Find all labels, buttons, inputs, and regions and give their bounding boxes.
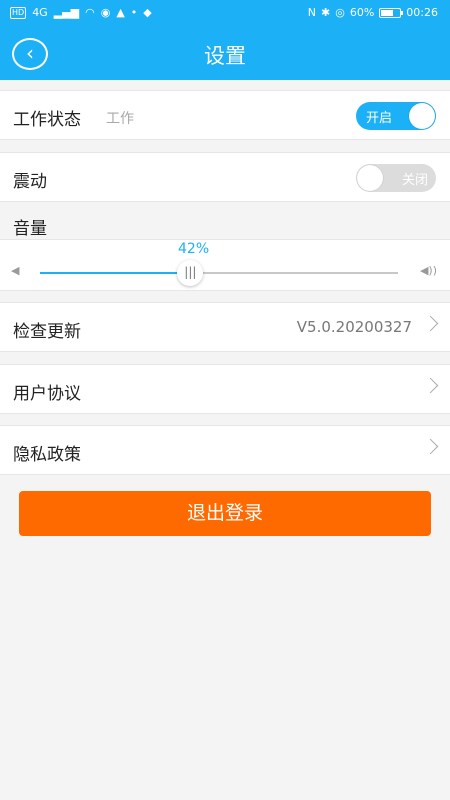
- volume-percent: 42%: [178, 241, 210, 257]
- dot-icon: •: [130, 6, 138, 19]
- clock-time: 00:26: [406, 6, 438, 19]
- chevron-right-icon: [422, 315, 439, 332]
- toggle-knob: [357, 165, 383, 191]
- volume-low-icon: ◀: [11, 264, 20, 277]
- chevron-right-icon: [422, 377, 439, 394]
- work-status-row: 工作状态 工作 开启: [0, 90, 450, 140]
- toggle-label: 关闭: [401, 173, 428, 188]
- privacy-policy-row[interactable]: 隐私政策: [0, 425, 450, 475]
- status-bar-right: N ✱ ◎ 60% 00:26: [308, 6, 438, 20]
- chevron-right-icon: [422, 438, 439, 455]
- work-status-toggle[interactable]: 开启: [356, 102, 436, 130]
- hd-badge: HD: [10, 7, 27, 19]
- vibration-row: 震动 关闭: [0, 152, 450, 202]
- battery-icon: [379, 8, 404, 18]
- user-agreement-row[interactable]: 用户协议: [0, 364, 450, 414]
- bluetooth-icon: ✱: [321, 6, 331, 19]
- vibration-toggle[interactable]: 关闭: [356, 164, 436, 192]
- network-type: 4G: [32, 6, 48, 19]
- version-text: V5.0.20200327: [296, 318, 412, 336]
- user-agreement-label: 用户协议: [13, 384, 81, 404]
- status-bar: HD 4G ▂▄▆ ◠ ◉ ▲ • ◆ N ✱ ◎ 60% 00:26: [0, 0, 450, 28]
- wifi-icon: ◠: [85, 6, 95, 19]
- volume-slider-row: 42% ◀ ||| ◀)): [0, 239, 450, 291]
- page-title: 设置: [204, 44, 246, 68]
- volume-high-icon: ◀)): [419, 264, 437, 277]
- privacy-policy-label: 隐私政策: [13, 445, 81, 465]
- volume-title: 音量: [13, 219, 47, 239]
- toggle-knob: [409, 103, 435, 129]
- status-bar-left: HD 4G ▂▄▆ ◠ ◉ ▲ • ◆: [10, 6, 152, 20]
- notification-icon: ▲: [116, 6, 125, 19]
- work-status-value: 工作: [106, 111, 134, 127]
- volume-slider[interactable]: |||: [40, 260, 398, 286]
- signal-icon: ▂▄▆: [53, 6, 80, 19]
- logout-button[interactable]: 退出登录: [19, 491, 431, 536]
- eye-icon: ◉: [100, 6, 111, 19]
- battery-percent: 60%: [349, 6, 375, 19]
- volume-slider-thumb[interactable]: |||: [177, 260, 204, 286]
- toggle-label: 开启: [366, 111, 393, 126]
- check-update-label: 检查更新: [13, 322, 81, 342]
- volume-slider-fill: [40, 272, 191, 274]
- vibration-label: 震动: [13, 172, 47, 192]
- location-icon: ◎: [335, 6, 345, 19]
- check-update-row[interactable]: 检查更新 V5.0.20200327: [0, 302, 450, 352]
- work-status-label: 工作状态: [13, 110, 81, 130]
- app-header: ‹ 设置: [0, 28, 450, 80]
- qq-icon: ◆: [143, 6, 152, 19]
- nfc-icon: N: [307, 6, 317, 19]
